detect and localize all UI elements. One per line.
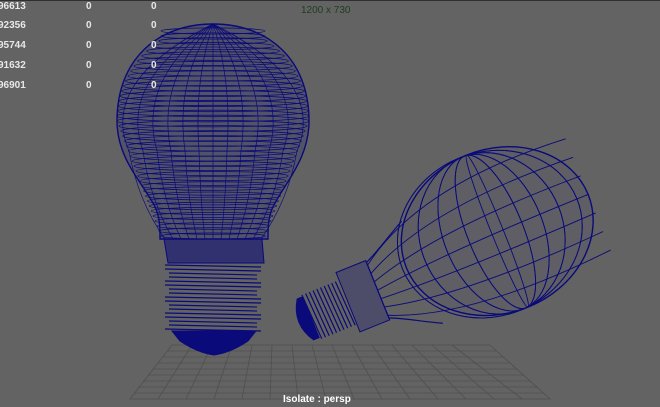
resolution-gate-label: 1200 x 730: [301, 5, 351, 16]
ground-grid: [129, 344, 552, 400]
lying-bulb-wireframe[interactable]: [264, 118, 618, 388]
wireframe-scene[interactable]: [0, 1, 660, 407]
standing-bulb-wireframe[interactable]: [116, 23, 310, 356]
camera-label: Isolate : persp: [283, 394, 351, 405]
perspective-viewport[interactable]: 96613 0 0 92356 0 0 95744 0 0 91632 0 0 …: [0, 0, 660, 406]
